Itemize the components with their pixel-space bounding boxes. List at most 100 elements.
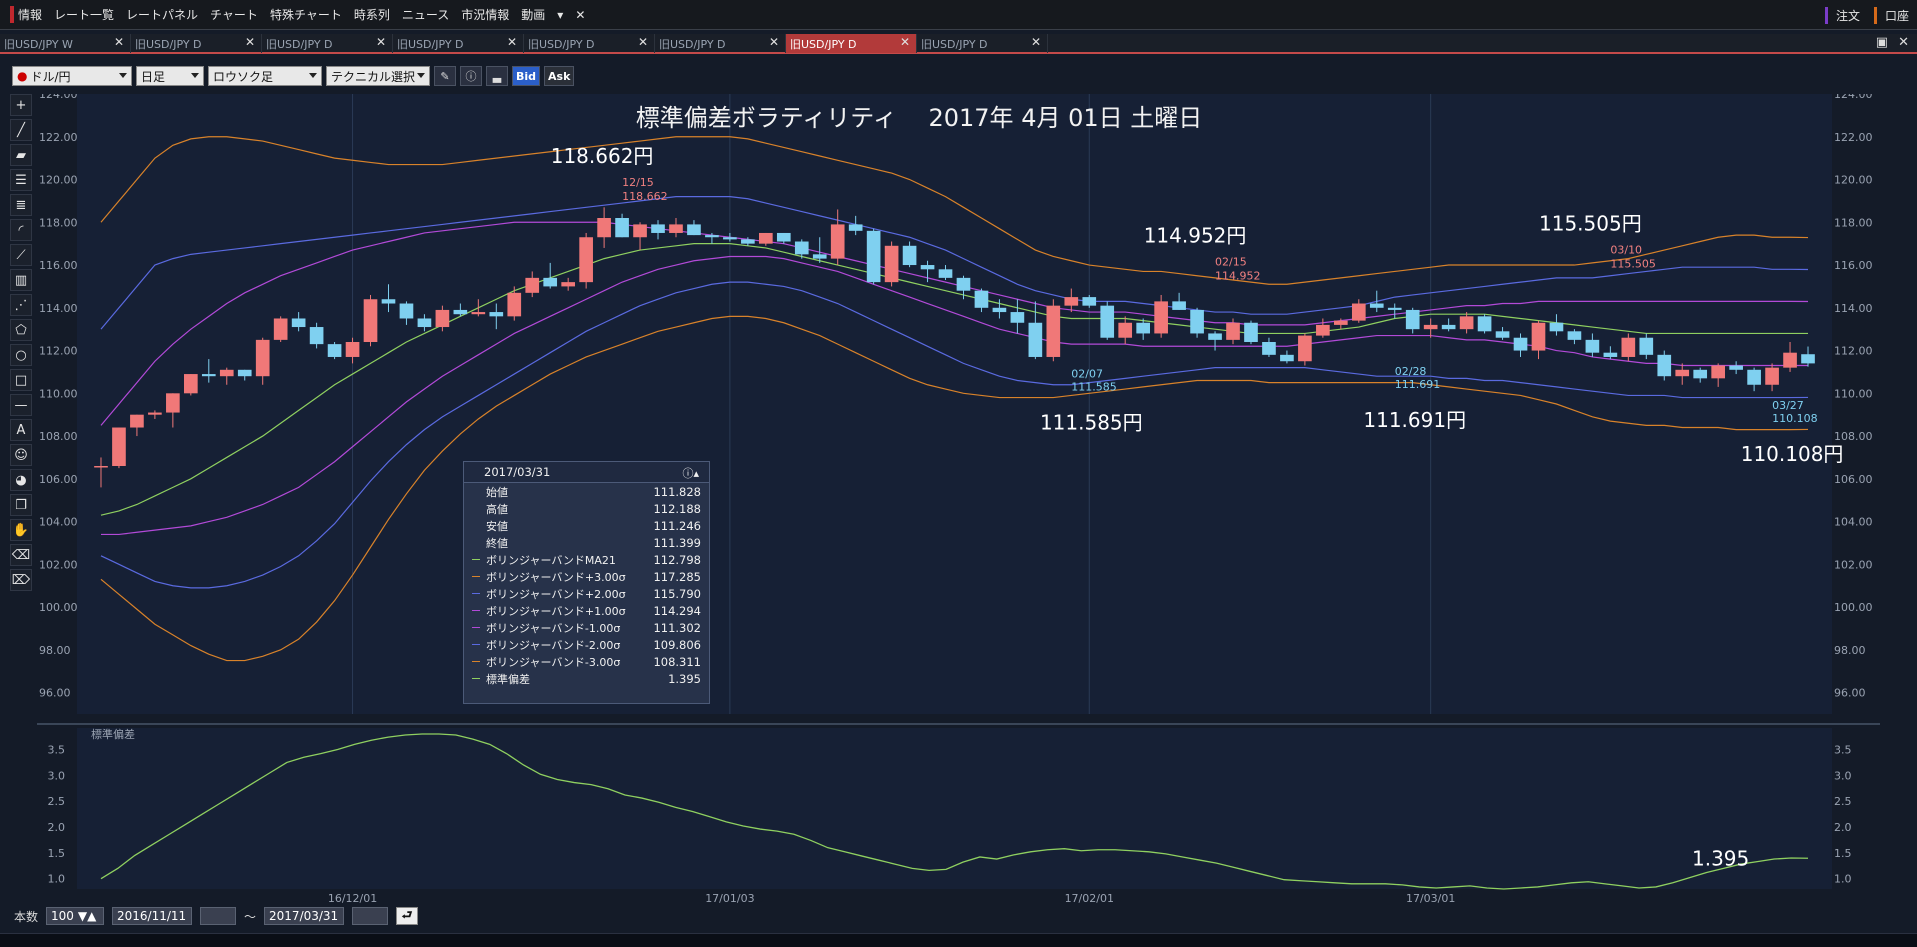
tab-close-icon[interactable]: ✕ — [376, 35, 386, 49]
info-icon[interactable]: ⓘ — [460, 66, 482, 86]
y-tick-right: 98.00 — [1834, 644, 1866, 657]
candle-body — [1495, 331, 1510, 338]
currency-pair-select[interactable]: ● ドル/円 — [12, 66, 132, 86]
tooltip-row-label: ボリンジャーバンド+1.00σ — [486, 604, 626, 618]
fib-fan-icon[interactable]: ⟋ — [10, 244, 32, 266]
tab-close-icon[interactable]: ✕ — [1031, 35, 1041, 49]
tab-close-icon[interactable]: ✕ — [638, 35, 648, 49]
icon-stamp-icon[interactable]: ☺ — [10, 444, 32, 466]
candle-body — [273, 318, 288, 340]
eraser-all-icon[interactable]: ⌦ — [10, 569, 32, 591]
tab-1[interactable]: 旧USD/JPY D ✕ — [131, 34, 262, 53]
menu-item-0[interactable]: 情報 — [10, 6, 48, 23]
tooltip-row-label: ボリンジャーバンド-3.00σ — [486, 655, 621, 669]
hline-icon[interactable]: — — [10, 394, 32, 416]
crosshair-icon[interactable]: + — [10, 94, 32, 116]
period-label: 日足 — [141, 69, 166, 84]
pentagon-icon[interactable]: ⬠ — [10, 319, 32, 341]
candle-body — [1351, 303, 1366, 321]
tab-4[interactable]: 旧USD/JPY D ✕ — [524, 34, 655, 53]
tab-3[interactable]: 旧USD/JPY D ✕ — [393, 34, 524, 53]
menu-item-5[interactable]: 時系列 — [348, 6, 396, 23]
ask-button[interactable]: Ask — [544, 66, 575, 86]
chart-canvas[interactable]: 124.00 124.00 122.00 122.00 120.00 120.00 118.… — [37, 94, 1880, 904]
menu-item-8[interactable]: 動画 — [515, 6, 551, 23]
candle-body — [1298, 335, 1312, 362]
tab-close-icon[interactable]: ✕ — [245, 35, 255, 49]
main-panel — [77, 94, 1832, 714]
menu-item-7[interactable]: 市況情報 — [455, 6, 515, 23]
sub-y-tick-left: 3.5 — [48, 744, 66, 757]
series-swatch — [472, 644, 480, 645]
candle-body — [1208, 333, 1222, 340]
tab-close-icon[interactable]: ✕ — [900, 35, 910, 49]
info-collapse-icon[interactable]: ⓘ▴ — [682, 465, 699, 481]
count-input[interactable]: 100 ▼▲ — [46, 907, 105, 925]
tab-2[interactable]: 旧USD/JPY D ✕ — [262, 34, 393, 53]
to-time-input[interactable] — [352, 907, 389, 925]
chart-style-icon[interactable]: ▃ — [486, 66, 508, 86]
account-button[interactable]: 口座 — [1873, 6, 1917, 24]
candle-body — [1154, 301, 1168, 334]
hand-icon[interactable]: ✋ — [10, 519, 32, 541]
tab-0[interactable]: 旧USD/JPY W ✕ — [0, 34, 131, 53]
close-icon[interactable]: ✕ — [1898, 35, 1909, 50]
pencil-icon[interactable]: ✎ — [434, 66, 456, 86]
to-date-input[interactable]: 2017/03/31 — [264, 907, 345, 925]
candle-body — [1064, 297, 1079, 306]
bid-button[interactable]: Bid — [512, 66, 541, 86]
menu-item-2[interactable]: レートパネル — [120, 6, 204, 23]
series-swatch — [472, 661, 480, 662]
menu-item-4[interactable]: 特殊チャート — [264, 6, 348, 23]
candle-body — [974, 290, 989, 308]
tab-close-icon[interactable]: ✕ — [769, 35, 779, 49]
tooltip-row-value: 108.311 — [653, 654, 701, 669]
magnet-icon[interactable]: ◕ — [10, 469, 32, 491]
maximize-icon[interactable]: ▣ — [1876, 35, 1888, 50]
circle-icon[interactable]: ○ — [10, 344, 32, 366]
tab-close-icon[interactable]: ✕ — [114, 35, 124, 49]
from-time-input[interactable] — [200, 907, 237, 925]
period-select[interactable]: 日足 — [136, 66, 204, 86]
channel-icon[interactable]: ≣ — [10, 194, 32, 216]
candle-body — [1765, 367, 1779, 385]
pitchfork-icon[interactable]: ⋰ — [10, 294, 32, 316]
menu-item-6[interactable]: ニュース — [396, 6, 455, 23]
candle-body — [830, 224, 845, 259]
vertical-lines-icon[interactable]: ▥ — [10, 269, 32, 291]
annotation-label: 115.505円 — [1539, 212, 1642, 236]
tab-7[interactable]: 旧USD/JPY D ✕ — [917, 34, 1048, 53]
candle-body — [381, 299, 396, 304]
chart-type-select[interactable]: ロウソク足 — [208, 66, 322, 86]
tab-6[interactable]: 旧USD/JPY D ✕ — [786, 34, 917, 53]
copy-icon[interactable]: ❐ — [10, 494, 32, 516]
series-swatch — [472, 525, 480, 526]
tab-close-icon[interactable]: ✕ — [507, 35, 517, 49]
y-tick-left: 124.00 — [39, 94, 78, 101]
candle-body — [291, 318, 306, 328]
rectangle-icon[interactable]: □ — [10, 369, 32, 391]
eraser-icon[interactable]: ⌫ — [10, 544, 32, 566]
text-icon[interactable]: A — [10, 419, 32, 441]
menu-close-icon[interactable]: ✕ — [569, 8, 591, 22]
y-tick-left: 112.00 — [39, 345, 78, 358]
horizontal-lines-icon[interactable]: ☰ — [10, 169, 32, 191]
sub-y-tick-right: 2.0 — [1834, 821, 1852, 834]
line-icon[interactable]: ╱ — [10, 119, 32, 141]
menu-dropdown-icon[interactable]: ▾ — [551, 8, 569, 22]
menu-item-3[interactable]: チャート — [204, 6, 264, 23]
fan-icon[interactable]: ◜ — [10, 219, 32, 241]
candle-body — [255, 339, 270, 377]
ruler-icon[interactable]: ▰ — [10, 144, 32, 166]
from-date-input[interactable]: 2016/11/11 — [112, 907, 193, 925]
refresh-icon[interactable]: ⮐ — [396, 907, 419, 925]
sub-y-tick-left: 1.5 — [48, 847, 66, 860]
technical-select[interactable]: テクニカル選択 — [326, 66, 430, 86]
tab-5[interactable]: 旧USD/JPY D ✕ — [655, 34, 786, 53]
tooltip-row-value: 112.798 — [653, 552, 701, 567]
candle-body — [309, 327, 324, 345]
candle-body — [489, 312, 504, 317]
order-button[interactable]: 注文 — [1824, 6, 1868, 24]
tooltip-row-label: ボリンジャーバンド+2.00σ — [486, 587, 626, 601]
menu-item-1[interactable]: レート一覧 — [48, 6, 120, 23]
